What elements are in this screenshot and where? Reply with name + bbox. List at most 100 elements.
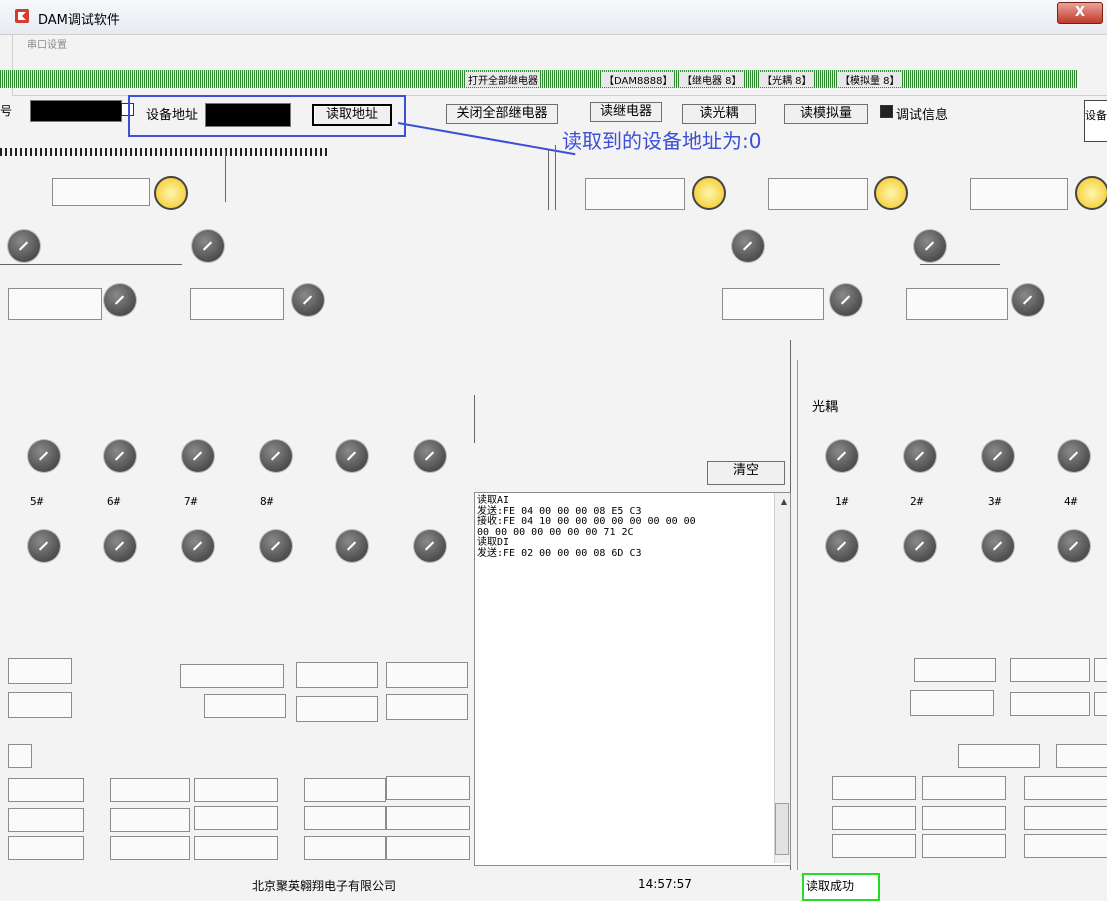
- value-box: [958, 744, 1040, 768]
- value-box: [386, 662, 468, 688]
- company-name: 北京聚英翱翔电子有限公司: [252, 879, 397, 893]
- value-box: [194, 836, 278, 860]
- value-box: [8, 836, 84, 860]
- log-text: 读取AI 发送:FE 04 00 00 00 08 E5 C3 接收:FE 04…: [477, 495, 696, 559]
- knob-icon: [830, 284, 862, 316]
- knob-icon: [8, 230, 40, 262]
- gauge-icon: [154, 176, 188, 210]
- value-box: [194, 806, 278, 830]
- debug-info-checkbox[interactable]: [880, 105, 893, 118]
- value-box: [304, 806, 386, 830]
- title-bar: [0, 0, 1107, 35]
- optocoupler-indicator-icon: [1058, 440, 1090, 472]
- scroll-up-icon[interactable]: ▲: [781, 497, 787, 506]
- window-title: DAM调试软件: [38, 13, 120, 28]
- gauge-icon: [874, 176, 908, 210]
- knob-icon: [292, 284, 324, 316]
- value-box: [1010, 692, 1090, 716]
- value-box: [832, 776, 916, 800]
- read-analog-button[interactable]: 读模拟量: [784, 104, 868, 124]
- gauge-icon: [692, 176, 726, 210]
- value-box: [1024, 834, 1107, 858]
- device-address-label: 设备地址: [146, 108, 199, 123]
- scroll-thumb[interactable]: [775, 803, 789, 855]
- knob-icon: [192, 230, 224, 262]
- value-box: [296, 662, 378, 688]
- value-box: [8, 808, 84, 832]
- value-box: [922, 806, 1006, 830]
- knob-icon: [336, 530, 368, 562]
- value-box: [190, 288, 284, 320]
- knob-icon: [104, 284, 136, 316]
- channel-label: 8#: [260, 495, 274, 508]
- optocoupler-title: 光耦: [812, 400, 839, 415]
- open-all-relays-tab[interactable]: 打开全部继电器: [466, 72, 540, 87]
- optocoupler-label: 3#: [988, 495, 1002, 508]
- port-select[interactable]: [30, 100, 122, 122]
- close-button[interactable]: X: [1057, 2, 1103, 24]
- value-box: [922, 776, 1006, 800]
- hint-text: 读取到的设备地址为:0: [562, 129, 762, 153]
- channel-label: 5#: [30, 495, 44, 508]
- value-box: [8, 288, 102, 320]
- debug-info-label: 调试信息: [896, 108, 949, 123]
- value-box: [906, 288, 1008, 320]
- value-box: [1010, 658, 1090, 682]
- artifact-tab-strip: 打开全部继电器 【DAM8888】 【继电器 8】 【光耦 8】 【模拟量 8】: [0, 70, 1077, 88]
- value-box: [1094, 658, 1107, 682]
- relay-button-icon[interactable]: [982, 530, 1014, 562]
- status-text: 读取成功: [806, 879, 855, 893]
- value-box: [304, 836, 386, 860]
- knob-icon: [28, 530, 60, 562]
- optocoupler-label: 1#: [835, 495, 849, 508]
- relay-button-icon[interactable]: [826, 530, 858, 562]
- tab-dam8888[interactable]: 【DAM8888】: [602, 72, 675, 87]
- value-box: [1056, 744, 1107, 768]
- app-logo-icon: [15, 9, 29, 23]
- relay-button-icon[interactable]: [1058, 530, 1090, 562]
- clock: 14:57:57: [638, 877, 692, 891]
- value-box: [194, 778, 278, 802]
- group-legend: 串口设置: [24, 36, 70, 51]
- tab-relay[interactable]: 【继电器 8】: [680, 72, 744, 87]
- value-box: [8, 744, 32, 768]
- channel-label: 6#: [107, 495, 121, 508]
- divider: [548, 150, 549, 210]
- optocoupler-indicator-icon: [904, 440, 936, 472]
- knob-icon: [28, 440, 60, 472]
- knob-icon: [914, 230, 946, 262]
- value-box: [722, 288, 824, 320]
- value-box: [8, 778, 84, 802]
- divider: [0, 264, 182, 265]
- value-box: [386, 776, 470, 800]
- optocoupler-label: 4#: [1064, 495, 1078, 508]
- device-cut-label: 设备: [1084, 100, 1107, 142]
- debug-log[interactable]: 读取AI 发送:FE 04 00 00 00 08 E5 C3 接收:FE 04…: [474, 492, 791, 866]
- value-box: [832, 834, 916, 858]
- value-box: [180, 664, 284, 688]
- read-relay-button[interactable]: 读继电器: [590, 102, 662, 122]
- port-label: 号: [0, 104, 13, 118]
- clear-log-button[interactable]: 清空: [707, 461, 785, 485]
- knob-icon: [260, 530, 292, 562]
- close-all-relays-button[interactable]: 关闭全部继电器: [446, 104, 558, 124]
- optocoupler-label: 2#: [910, 495, 924, 508]
- value-box: [910, 690, 994, 716]
- value-box: [8, 658, 72, 684]
- value-box: [914, 658, 996, 682]
- divider: [555, 145, 556, 210]
- relay-button-icon[interactable]: [904, 530, 936, 562]
- upper-box: [52, 178, 150, 206]
- tab-optocoupler[interactable]: 【光耦 8】: [760, 72, 814, 87]
- device-address-input[interactable]: [205, 103, 291, 127]
- knob-icon: [336, 440, 368, 472]
- log-scrollbar[interactable]: ▲: [774, 493, 790, 863]
- value-box: [386, 836, 470, 860]
- read-address-button[interactable]: 读取地址: [312, 104, 392, 126]
- knob-icon: [182, 440, 214, 472]
- knob-icon: [104, 530, 136, 562]
- tab-analog[interactable]: 【模拟量 8】: [838, 72, 902, 87]
- divider: [474, 395, 475, 443]
- read-optocoupler-button[interactable]: 读光耦: [682, 104, 756, 124]
- channel-label: 7#: [184, 495, 198, 508]
